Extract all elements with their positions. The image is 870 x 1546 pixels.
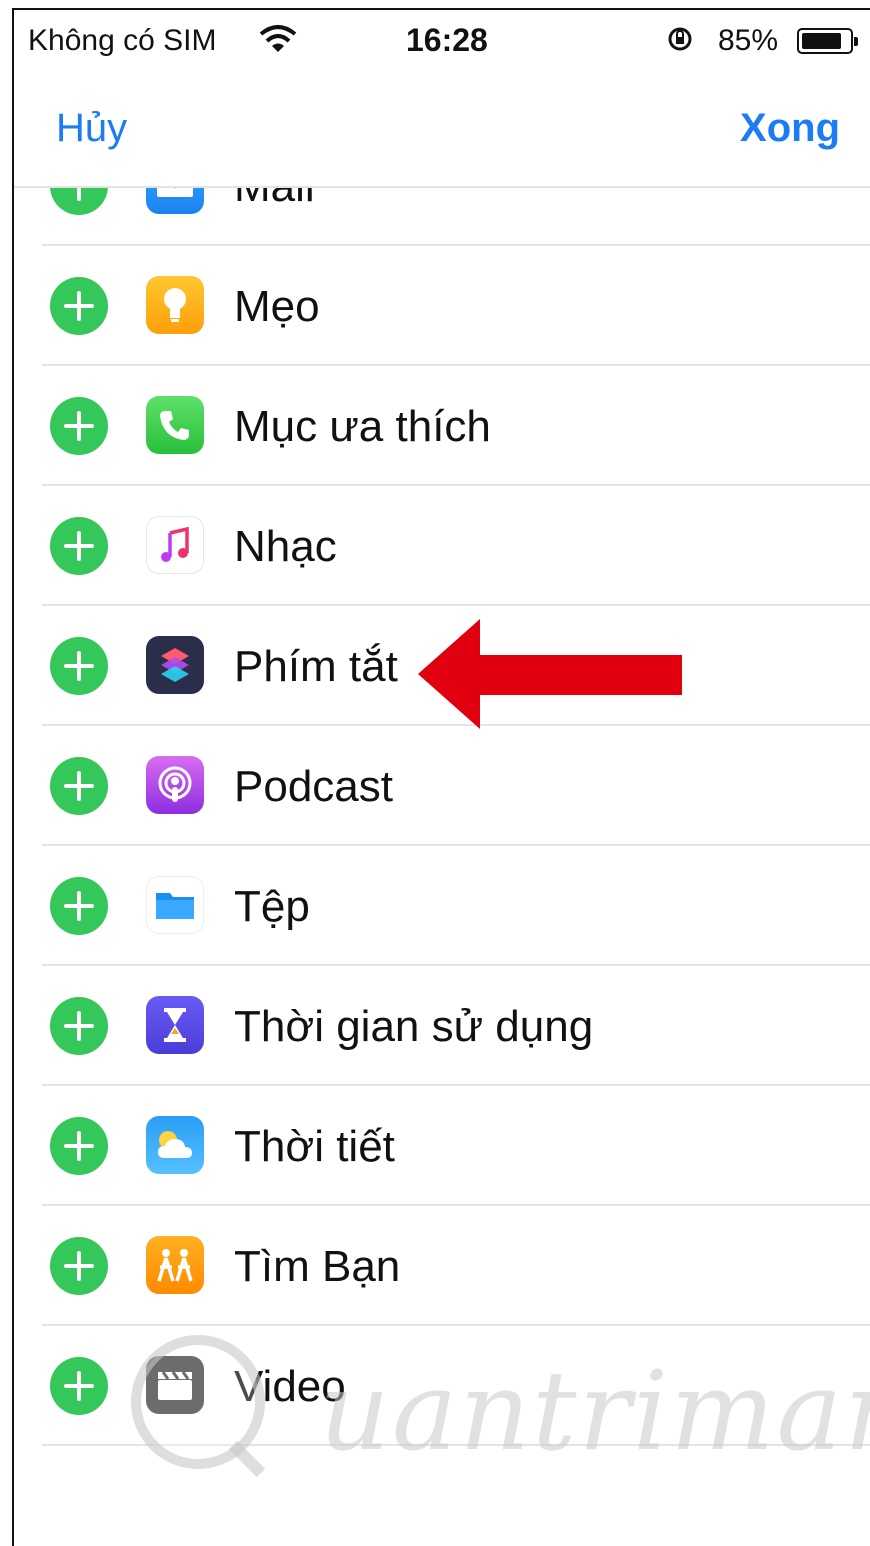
app-label: Phím tắt — [234, 642, 398, 691]
list-item[interactable]: Thời tiết — [14, 1086, 870, 1206]
battery-icon — [797, 28, 858, 54]
add-button[interactable] — [50, 1237, 108, 1295]
app-label: Thời gian sử dụng — [234, 1002, 594, 1051]
battery-level — [802, 33, 842, 49]
done-button[interactable]: Xong — [740, 106, 840, 151]
phone-icon — [146, 396, 204, 454]
video-icon — [146, 1356, 204, 1414]
add-button[interactable] — [50, 277, 108, 335]
list-item[interactable]: Thời gian sử dụng — [14, 966, 870, 1086]
files-icon — [146, 876, 204, 934]
list-item[interactable]: Tệp — [14, 846, 870, 966]
app-label: Mẹo — [234, 282, 320, 331]
list-item[interactable]: Mục ưa thích — [14, 366, 870, 486]
shortcuts-icon — [146, 636, 204, 694]
navigation-bar: Hủy Xong — [14, 70, 870, 188]
carrier-label: Không có SIM — [28, 24, 217, 57]
add-button[interactable] — [50, 1117, 108, 1175]
app-label: Mục ưa thích — [234, 402, 491, 451]
app-label: Podcast — [234, 762, 393, 811]
battery-percent: 85% — [718, 24, 779, 57]
weather-icon — [146, 1116, 204, 1174]
app-label: Video — [234, 1362, 346, 1411]
list-item[interactable]: Podcast — [14, 726, 870, 846]
podcast-icon — [146, 756, 204, 814]
red-arrow-annotation — [418, 619, 682, 729]
tips-icon — [146, 276, 204, 334]
list-item[interactable]: Nhạc — [14, 486, 870, 606]
add-button[interactable] — [50, 517, 108, 575]
list-item[interactable]: Tìm Bạn — [14, 1206, 870, 1326]
screen-time-icon — [146, 996, 204, 1054]
add-button[interactable] — [50, 997, 108, 1055]
list-item[interactable]: Mẹo — [14, 246, 870, 366]
app-label: Tìm Bạn — [234, 1242, 401, 1291]
clock: 16:28 — [406, 22, 488, 58]
add-button[interactable] — [50, 1357, 108, 1415]
app-label: Thời tiết — [234, 1122, 395, 1171]
add-button[interactable] — [50, 757, 108, 815]
list-item[interactable]: Video — [14, 1326, 870, 1446]
find-friends-icon — [146, 1236, 204, 1294]
add-button[interactable] — [50, 877, 108, 935]
app-label: Nhạc — [234, 522, 337, 571]
app-label: Tệp — [234, 882, 310, 931]
wifi-icon — [259, 25, 297, 52]
music-icon — [146, 516, 204, 574]
orientation-lock-icon — [668, 27, 692, 51]
cancel-button[interactable]: Hủy — [56, 106, 127, 151]
phone-screen: Không có SIM 16:28 85% Hủy Xong Mail — [12, 8, 870, 1546]
add-button[interactable] — [50, 637, 108, 695]
add-button[interactable] — [50, 397, 108, 455]
status-bar: Không có SIM 16:28 85% — [14, 10, 870, 70]
